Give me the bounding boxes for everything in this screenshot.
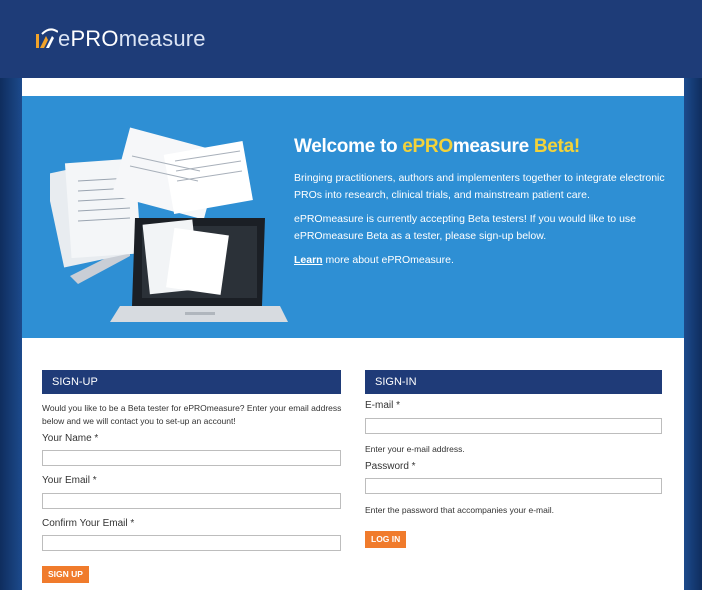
hero-title: Welcome to ePROmeasure Beta! [294,136,580,157]
signup-email-input[interactable] [42,493,341,509]
signup-confirm-email-input[interactable] [42,535,341,551]
hero-paragraph-learn: Learn more about ePROmeasure. [294,254,454,266]
signup-intro: Would you like to be a Beta tester for e… [42,403,342,426]
hero-text: Welcome to ePROmeasure Beta! Bringing pr… [294,136,686,276]
signup-button[interactable]: SIGN UP [42,566,89,583]
learn-more-link[interactable]: Learn [294,254,323,266]
signin-email-label: E-mail * [365,400,401,411]
site-header: ePROmeasure [0,0,702,78]
signin-email-input[interactable] [365,418,662,434]
signup-email-label: Your Email * [42,475,97,486]
signup-name-input[interactable] [42,450,341,466]
signup-name-label: Your Name * [42,433,99,444]
signin-password-label: Password * [365,461,416,472]
logo-wordmark: ePROmeasure [58,26,206,51]
laptop-documents-illustration [44,126,290,326]
hero-paragraph-mission: Bringing practitioners, authors and impl… [294,172,665,201]
login-button[interactable]: LOG IN [365,531,407,548]
signin-password-help: Enter the password that accompanies your… [365,505,554,515]
nav-strip [22,78,684,96]
signup-confirm-email-label: Confirm Your Email * [42,518,135,529]
signin-header: SIGN-IN [365,370,662,394]
hero-banner: Welcome to ePROmeasure Beta! Bringing pr… [22,96,684,338]
signin-password-input[interactable] [365,478,662,494]
hero-paragraph-beta: ePROmeasure is currently accepting Beta … [294,213,636,242]
background-edge-left [0,0,22,590]
site-logo[interactable]: ePROmeasure [34,28,206,50]
background-edge-right [684,0,702,590]
signup-header: SIGN-UP [42,370,341,394]
logo-icon [34,28,59,50]
browser-frame: ePROmeasure Welcome to ePROmeasure Beta!… [0,0,702,590]
signin-email-help: Enter your e-mail address. [365,444,465,454]
forms-panel: SIGN-UP Would you like to be a Beta test… [22,338,684,590]
